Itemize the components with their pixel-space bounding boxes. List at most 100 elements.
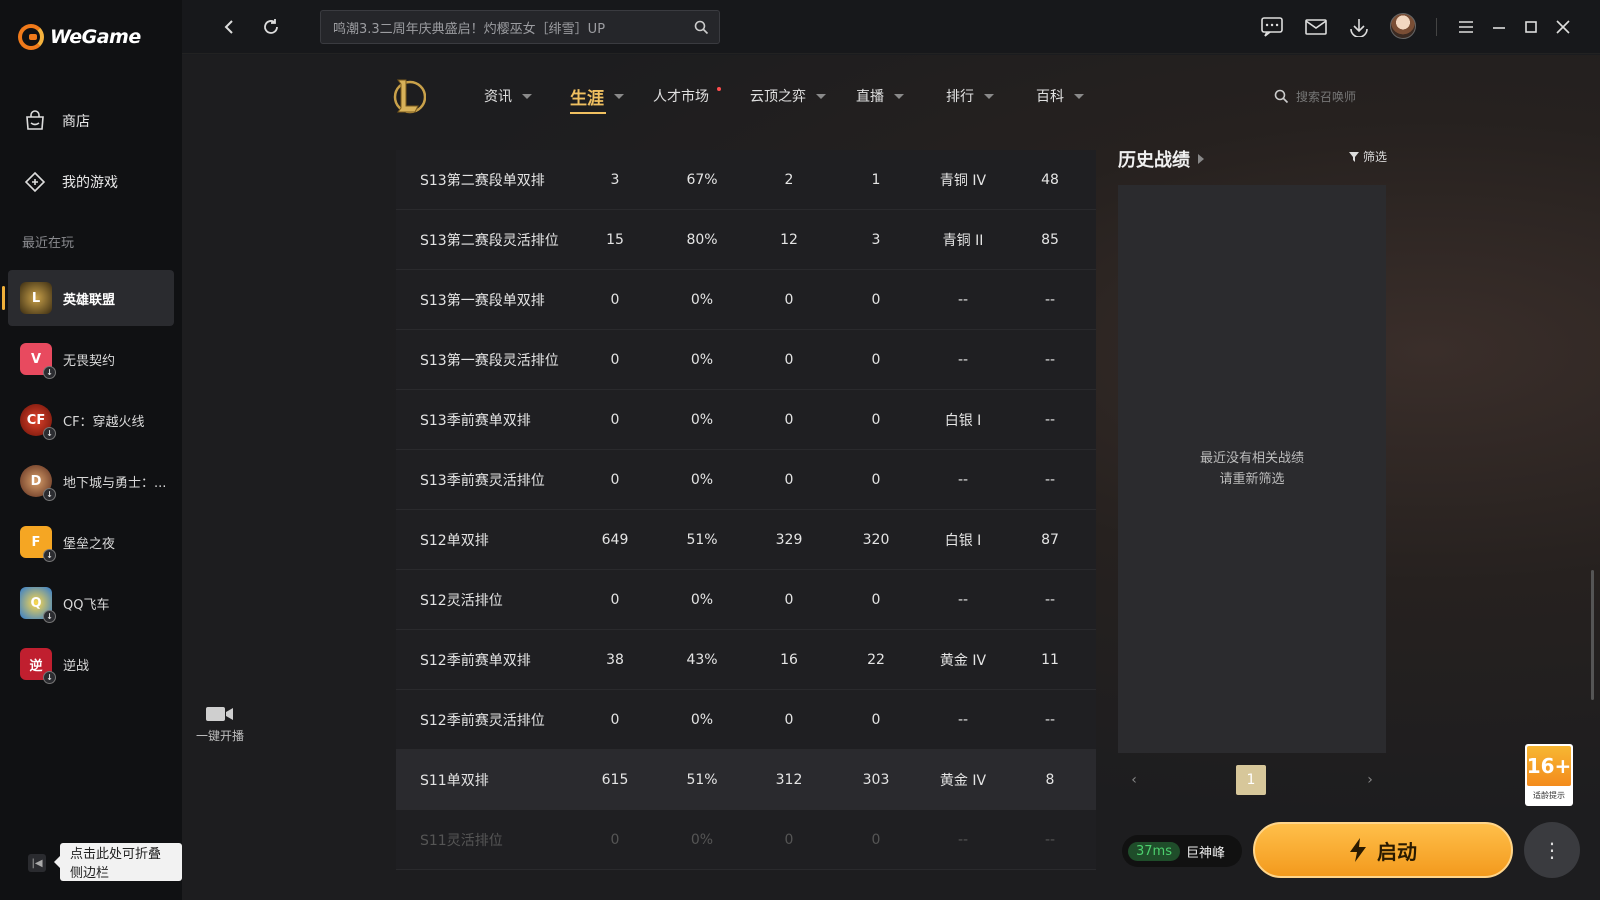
cell-losses: 22 xyxy=(867,651,885,668)
lol-nav-wiki[interactable]: 百科 xyxy=(1036,86,1084,106)
empty-hint: 请重新筛选 xyxy=(1219,472,1285,487)
table-row[interactable]: S12单双排 649 51% 329 320 白银 I 87 xyxy=(396,510,1096,570)
refresh-button[interactable] xyxy=(259,15,283,39)
game-item-label: CF：穿越火线 xyxy=(63,414,145,430)
cell-rank: -- xyxy=(957,591,969,608)
start-game-button[interactable]: 启动 xyxy=(1253,822,1513,878)
messages-button[interactable] xyxy=(1260,15,1284,39)
cf-game-icon: CF ↓ xyxy=(20,404,56,440)
lol-nav-news[interactable]: 资讯 xyxy=(484,86,532,106)
download-icon: ↓ xyxy=(43,549,56,562)
search-icon[interactable] xyxy=(694,20,709,35)
server-selector[interactable]: 37ms 巨神峰 xyxy=(1122,835,1242,867)
game-item-cf[interactable]: CF ↓ CF：穿越火线 xyxy=(8,392,174,448)
cell-season-name: S13季前赛灵活排位 xyxy=(420,472,545,489)
table-row[interactable]: S13第二赛段单双排 3 67% 2 1 青铜 IV 48 xyxy=(396,150,1096,210)
cell-points: 48 xyxy=(1041,171,1059,188)
collapse-sidebar-button[interactable]: |◀ xyxy=(28,854,46,872)
cell-rank: 白银 I xyxy=(944,532,982,549)
table-row[interactable]: S13季前赛单双排 0 0% 0 0 白银 I -- xyxy=(396,390,1096,450)
scrollbar[interactable] xyxy=(1591,570,1594,700)
chevron-down-icon xyxy=(984,93,994,99)
chevron-down-icon xyxy=(1074,93,1084,99)
minimize-icon xyxy=(1493,27,1505,29)
sidebar-item-my-games[interactable]: 我的游戏 xyxy=(22,169,118,195)
lol-logo[interactable] xyxy=(390,76,426,116)
cell-win-rate: 0% xyxy=(690,471,714,488)
cell-wins: 12 xyxy=(780,231,798,248)
game-item-dnf[interactable]: D ↓ 地下城与勇士：... xyxy=(8,453,174,509)
cell-games: 0 xyxy=(610,471,620,488)
cell-games: 0 xyxy=(610,291,620,308)
download-icon: ↓ xyxy=(43,671,56,684)
close-button[interactable] xyxy=(1551,15,1575,39)
game-item-nizhan[interactable]: 逆 ↓ 逆战 xyxy=(8,636,174,692)
age-rating-badge[interactable]: 16+ 适龄提示 xyxy=(1525,744,1573,806)
cell-wins: 0 xyxy=(784,711,794,728)
chevron-right-icon: › xyxy=(1367,772,1373,788)
user-avatar[interactable] xyxy=(1390,13,1416,39)
cell-rank: 黄金 IV xyxy=(939,652,987,669)
app-name: WeGame xyxy=(50,26,141,48)
table-row[interactable]: S11单双排 615 51% 312 303 黄金 IV 8 xyxy=(396,750,1096,810)
cell-rank: -- xyxy=(957,291,969,308)
game-item-label: 地下城与勇士：... xyxy=(63,475,167,491)
prev-page-button[interactable]: ‹ xyxy=(1118,765,1150,795)
chevron-left-icon: ‹ xyxy=(1131,772,1137,788)
cell-rank: -- xyxy=(957,711,969,728)
game-item-lol[interactable]: L 英雄联盟 xyxy=(2,270,174,326)
lol-nav-talent-market[interactable]: 人才市场 xyxy=(653,86,721,106)
divider xyxy=(1436,18,1437,36)
download-icon xyxy=(1350,19,1368,37)
cell-wins: 0 xyxy=(784,411,794,428)
sidebar-item-store[interactable]: 商店 xyxy=(22,108,90,134)
sidebar-item-label: 我的游戏 xyxy=(62,175,118,191)
table-row[interactable]: S13第一赛段灵活排位 0 0% 0 0 -- -- xyxy=(396,330,1096,390)
career-table: S13第二赛段单双排 3 67% 2 1 青铜 IV 48 S13第二赛段灵活排位 15 80% 1… xyxy=(396,150,1096,900)
global-search-input[interactable]: 鸣潮3.3二周年庆典盛启！灼樱巫女［绯雪］UP xyxy=(320,10,720,44)
one-click-broadcast-button[interactable]: 一键开播 xyxy=(192,704,248,744)
page-number-button[interactable]: 1 xyxy=(1236,765,1266,795)
menu-button[interactable] xyxy=(1454,15,1478,39)
game-item-qq-speed[interactable]: Q ↓ QQ飞车 xyxy=(8,575,174,631)
lol-nav-live[interactable]: 直播 xyxy=(856,86,904,106)
cell-games: 649 xyxy=(601,531,629,548)
summoner-search-placeholder: 搜索召唤师 xyxy=(1296,90,1357,104)
mail-button[interactable] xyxy=(1304,15,1328,39)
lol-nav-career[interactable]: 生涯 xyxy=(570,84,624,114)
download-manager-button[interactable] xyxy=(1347,15,1371,39)
table-row[interactable]: S13第一赛段单双排 0 0% 0 0 -- -- xyxy=(396,270,1096,330)
table-row[interactable]: S13第二赛段灵活排位 15 80% 12 3 青铜 II 85 xyxy=(396,210,1096,270)
dnf-game-icon: D ↓ xyxy=(20,465,56,501)
cell-wins: 312 xyxy=(775,771,803,788)
table-row[interactable]: S12灵活排位 0 0% 0 0 -- -- xyxy=(396,570,1096,630)
table-row[interactable]: S12季前赛灵活排位 0 0% 0 0 -- -- xyxy=(396,690,1096,750)
cell-win-rate: 51% xyxy=(686,531,718,548)
wegame-logo[interactable]: WeGame xyxy=(18,24,141,50)
more-options-button[interactable]: ⋮ xyxy=(1524,822,1580,878)
cell-season-name: S12单双排 xyxy=(420,532,489,549)
table-row[interactable]: S13季前赛灵活排位 0 0% 0 0 -- -- xyxy=(396,450,1096,510)
cell-win-rate: 80% xyxy=(686,231,718,248)
next-page-button[interactable]: › xyxy=(1354,765,1386,795)
minimize-button[interactable] xyxy=(1487,15,1511,39)
lol-nav-tft[interactable]: 云顶之弈 xyxy=(750,86,826,106)
game-item-valorant[interactable]: V ↓ 无畏契约 xyxy=(8,331,174,387)
cell-wins: 0 xyxy=(784,831,794,848)
cell-win-rate: 67% xyxy=(686,171,718,188)
cell-games: 0 xyxy=(610,711,620,728)
game-item-label: 逆战 xyxy=(63,658,90,674)
filter-button[interactable]: 筛选 xyxy=(1349,148,1387,165)
mail-icon xyxy=(1305,19,1327,35)
cell-points: 87 xyxy=(1041,531,1059,548)
history-title[interactable]: 历史战绩 xyxy=(1118,146,1204,172)
cell-rank: 黄金 IV xyxy=(939,772,987,789)
table-row[interactable]: S11灵活排位 0 0% 0 0 -- -- xyxy=(396,810,1096,870)
lol-nav-ranking[interactable]: 排行 xyxy=(946,86,994,106)
back-button[interactable] xyxy=(217,15,241,39)
table-row[interactable]: S12季前赛单双排 38 43% 16 22 黄金 IV 11 xyxy=(396,630,1096,690)
game-item-fortnite[interactable]: F ↓ 堡垒之夜 xyxy=(8,514,174,570)
cell-season-name: S11灵活排位 xyxy=(420,832,503,849)
maximize-button[interactable] xyxy=(1519,15,1543,39)
summoner-search-input[interactable]: 搜索召唤师 xyxy=(1274,88,1356,105)
